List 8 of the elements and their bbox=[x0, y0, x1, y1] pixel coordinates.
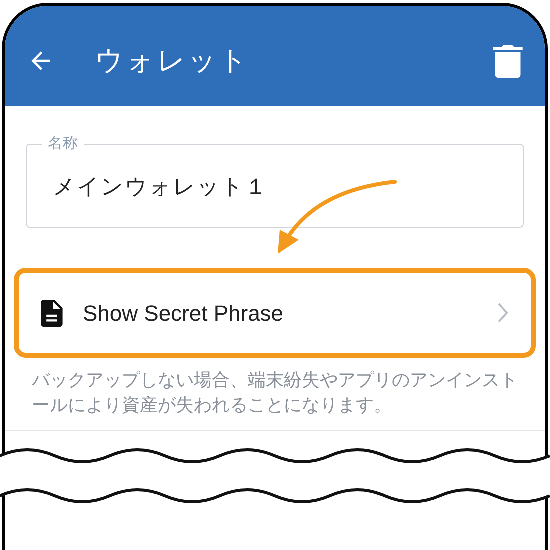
chevron-right-icon bbox=[497, 302, 509, 324]
field-value: メインウォレット１ bbox=[53, 172, 268, 200]
delete-icon[interactable] bbox=[493, 44, 523, 78]
row-label: Show Secret Phrase bbox=[83, 300, 284, 328]
document-icon bbox=[41, 300, 63, 326]
helper-text: バックアップしない場合、端末紛失やアプリのアンインストールにより資産が失われることになります。 bbox=[32, 369, 519, 417]
app-bar-title: ウォレット bbox=[95, 44, 250, 78]
secret-phrase-row[interactable]: Show Secret Phrase bbox=[14, 268, 536, 358]
